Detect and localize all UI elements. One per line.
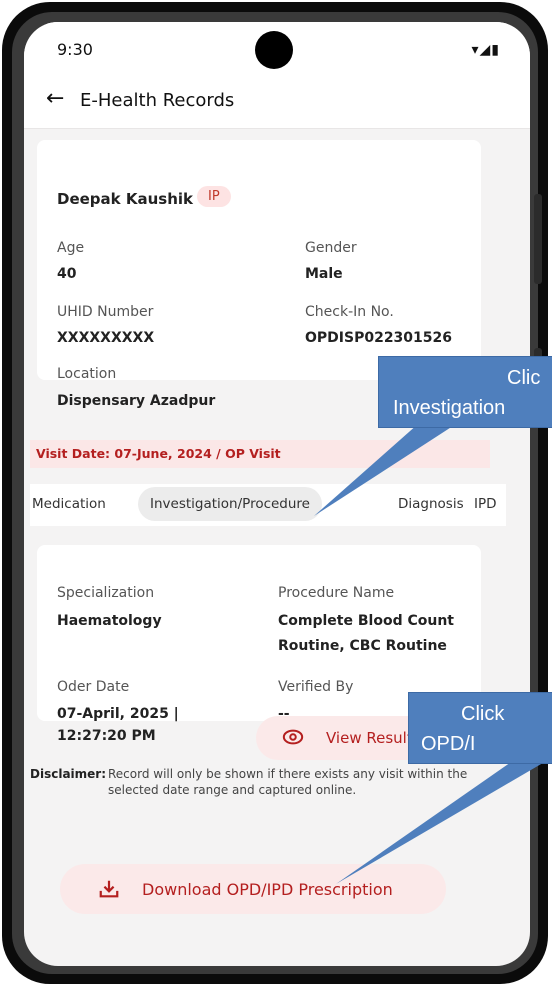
callout-investigation: Clic Investigation <box>378 356 552 428</box>
callout-pointer-download <box>336 760 548 884</box>
callout-download: Click OPD/I <box>408 692 552 764</box>
callout-download-line1: Click <box>461 703 505 725</box>
callout-investigation-line1: Clic <box>507 367 541 389</box>
callout-pointer-investigation <box>314 424 456 516</box>
callout-download-line2: OPD/I <box>421 733 476 755</box>
callout-pointers <box>314 424 548 884</box>
callout-investigation-line2: Investigation <box>393 397 506 419</box>
